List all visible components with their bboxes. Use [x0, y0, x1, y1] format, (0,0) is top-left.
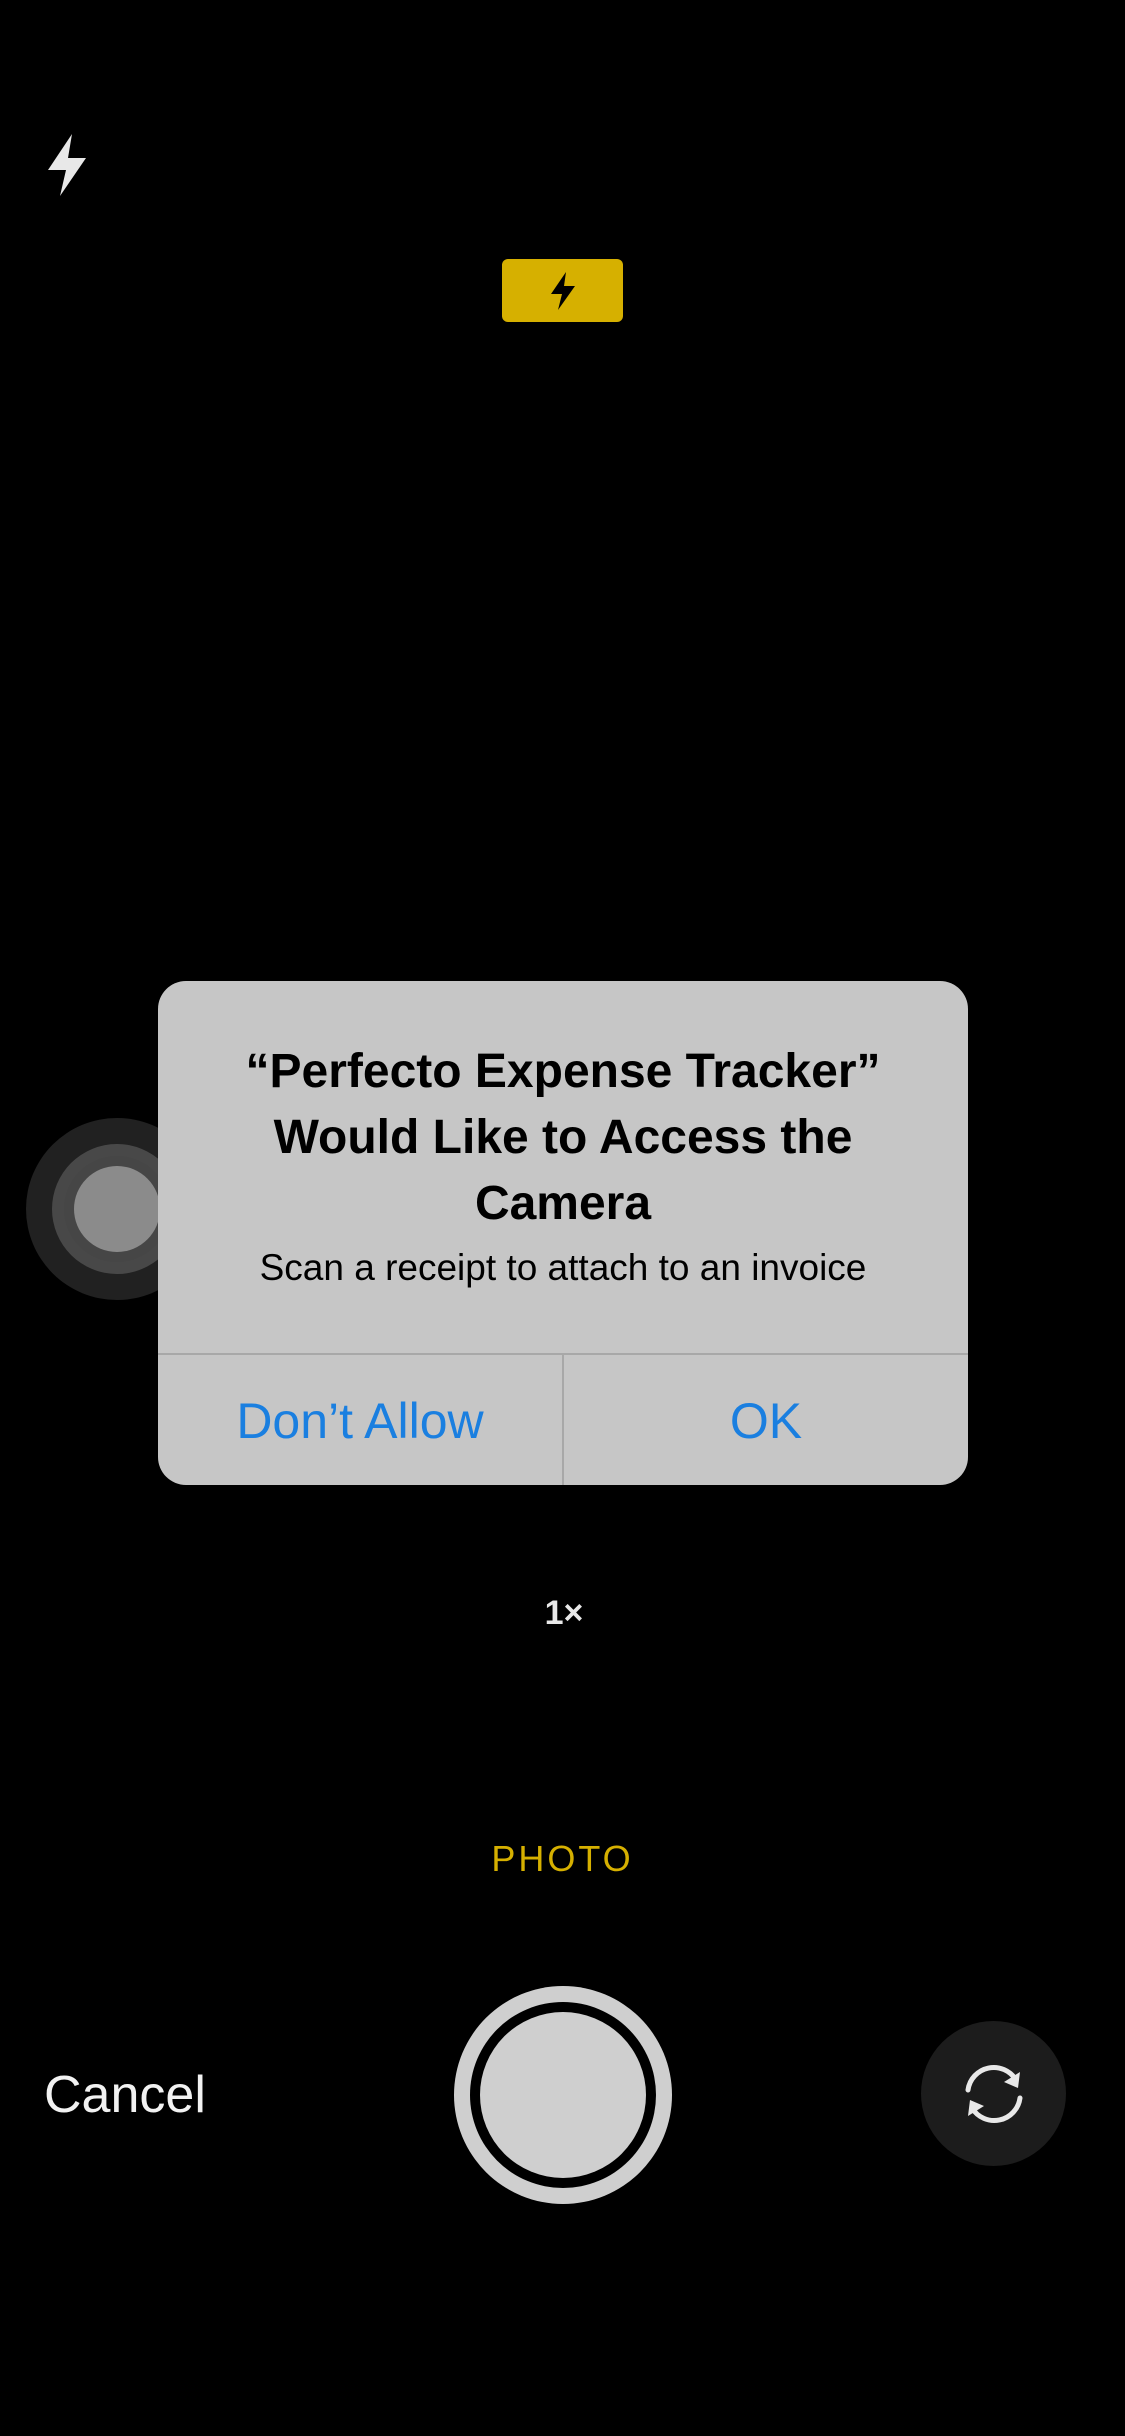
bolt-icon	[48, 134, 86, 196]
alert-body: “Perfecto Expense Tracker” Would Like to…	[158, 981, 968, 1353]
zoom-level-button[interactable]: 1×	[512, 1590, 616, 1636]
flip-camera-button[interactable]	[921, 2021, 1066, 2166]
cancel-button[interactable]: Cancel	[44, 2062, 244, 2128]
flash-toggle-button[interactable]	[42, 132, 92, 198]
alert-message: Scan a receipt to attach to an invoice	[259, 1247, 867, 1288]
permission-alert: “Perfecto Expense Tracker” Would Like to…	[158, 981, 968, 1485]
camera-flip-icon	[965, 2064, 1022, 2123]
flash-on-indicator[interactable]	[502, 259, 623, 322]
bolt-icon	[550, 271, 575, 310]
alert-title: “Perfecto Expense Tracker” Would Like to…	[245, 1045, 881, 1230]
alert-button-row: Don’t Allow OK	[158, 1353, 968, 1485]
camera-mode-photo[interactable]: PHOTO	[440, 1834, 685, 1884]
dont-allow-button[interactable]: Don’t Allow	[158, 1355, 562, 1485]
ok-button[interactable]: OK	[562, 1355, 968, 1485]
shutter-button[interactable]	[454, 1986, 672, 2204]
